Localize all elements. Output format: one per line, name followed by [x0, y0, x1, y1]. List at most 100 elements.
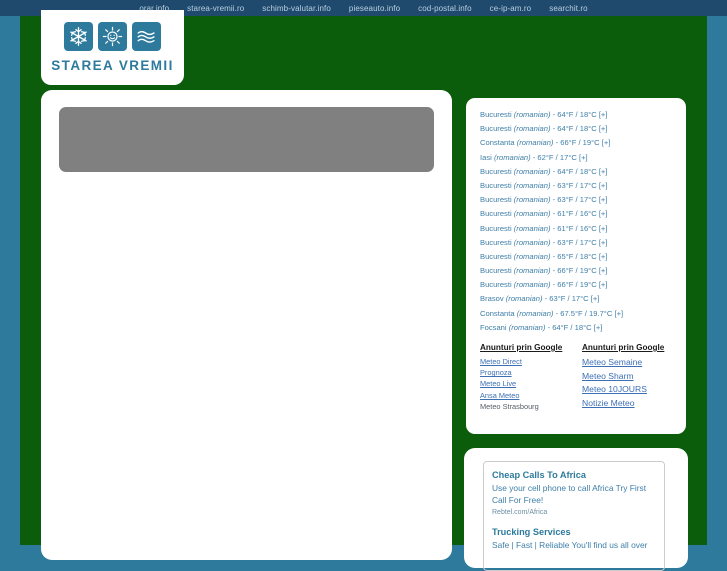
weather-city: Bucuresti — [480, 110, 512, 119]
weather-row[interactable]: Bucuresti (romanian) - 64°F / 18°C [+] — [466, 108, 686, 122]
weather-row[interactable]: Bucuresti (romanian) - 65°F / 18°C [+] — [466, 250, 686, 264]
ads-links-left: Meteo Direct Prognoza Meteo Live Ansa Meteo… — [480, 356, 578, 412]
weather-row[interactable]: Brasov (romanian) - 63°F / 17°C [+] — [466, 292, 686, 306]
weather-temperature: - 63°F / 17°C — [544, 294, 589, 304]
ads-heading-left: Anunturi prin Google — [480, 343, 563, 352]
google-ad-link-left-2[interactable]: Meteo Live — [480, 378, 578, 389]
weather-expand-toggle[interactable]: [+] — [599, 224, 608, 233]
weather-city: Bucuresti — [480, 223, 512, 233]
weather-expand-toggle[interactable]: [+] — [599, 124, 608, 133]
weather-temperature: - 66°F / 19°C — [552, 266, 597, 276]
weather-expand-toggle[interactable]: [+] — [599, 181, 608, 190]
weather-row[interactable]: Bucuresti (romanian) - 61°F / 16°C [+] — [466, 207, 686, 221]
weather-expand-toggle[interactable]: [+] — [599, 167, 608, 176]
weather-city: Focsani — [480, 322, 507, 332]
weather-temperature: - 64°F / 18°C — [547, 322, 592, 332]
google-ad-link-left-0[interactable]: Meteo Direct — [480, 356, 578, 367]
google-ad-link-right-1[interactable]: Meteo Sharm — [582, 370, 680, 384]
google-ad-link-right-3[interactable]: Notizie Meteo — [582, 397, 680, 411]
weather-temperature: - 63°F / 17°C — [552, 195, 597, 205]
weather-temperature: - 64°F / 18°C — [552, 124, 597, 134]
weather-temperature: - 66°F / 19°C — [552, 280, 597, 290]
weather-language: (romanian) — [513, 209, 551, 219]
weather-temperature: - 65°F / 18°C — [552, 251, 597, 261]
weather-expand-toggle[interactable]: [+] — [614, 309, 623, 318]
weather-row[interactable]: Bucuresti (romanian) - 61°F / 16°C [+] — [466, 222, 686, 236]
sponsored-ad-body: Safe | Fast | Reliable You'll find us al… — [492, 539, 648, 550]
main-content-panel — [41, 90, 452, 560]
google-ad-link-right-2[interactable]: Meteo 10JOURS — [582, 383, 680, 397]
weather-city: Bucuresti — [480, 251, 512, 261]
weather-city: Bucuresti — [480, 209, 512, 219]
google-ads-block: Anunturi prin Google Meteo Direct Prognoz… — [480, 343, 680, 412]
weather-list-panel: Bucuresti (romanian) - 64°F / 18°C [+] Bu… — [464, 96, 688, 436]
topnav-link-3[interactable]: pieseauto.info — [349, 4, 400, 13]
weather-row[interactable]: Bucuresti (romanian) - 66°F / 19°C [+] — [466, 264, 686, 278]
site-logo-card[interactable]: STAREA VREMII — [41, 10, 184, 85]
weather-temperature: - 66°F / 19°C — [555, 138, 600, 148]
sponsored-ad-url[interactable]: Rebtel.com/Africa — [492, 507, 656, 519]
weather-row[interactable]: Bucuresti (romanian) - 66°F / 19°C [+] — [466, 278, 686, 292]
weather-row[interactable]: Iasi (romanian) - 62°F / 17°C [+] — [466, 151, 686, 165]
ads-links-right: Meteo Semaine Meteo Sharm Meteo 10JOURS Not… — [582, 356, 680, 410]
weather-expand-toggle[interactable]: [+] — [579, 153, 588, 162]
weather-expand-toggle[interactable]: [+] — [602, 138, 611, 147]
sponsored-ad-title[interactable]: Trucking Services — [492, 526, 656, 539]
weather-row[interactable]: Bucuresti (romanian) - 63°F / 17°C [+] — [466, 193, 686, 207]
weather-expand-toggle[interactable]: [+] — [599, 110, 608, 119]
weather-expand-toggle[interactable]: [+] — [594, 323, 603, 332]
weather-city: Bucuresti — [480, 180, 512, 190]
weather-expand-toggle[interactable]: [+] — [599, 266, 608, 275]
weather-row[interactable]: Bucuresti (romanian) - 64°F / 18°C [+] — [466, 165, 686, 179]
bottom-ad-panel: Cheap Calls To Africa Use your cell phone… — [464, 448, 688, 571]
waves-icon — [132, 22, 161, 51]
weather-city: Bucuresti — [480, 266, 512, 276]
weather-expand-toggle[interactable]: [+] — [599, 238, 608, 247]
weather-temperature: - 63°F / 17°C — [552, 180, 597, 190]
google-ad-link-right-0[interactable]: Meteo Semaine — [582, 356, 680, 370]
weather-expand-toggle[interactable]: [+] — [599, 252, 608, 261]
google-ad-link-left-3[interactable]: Ansa Meteo — [480, 390, 578, 401]
weather-row[interactable]: Constanta (romanian) - 67.5°F / 19.7°C [… — [466, 307, 686, 321]
snowflake-icon — [64, 22, 93, 51]
google-ad-link-left-4[interactable]: Meteo Strasbourg — [480, 401, 578, 412]
weather-temperature: - 62°F / 17°C — [532, 152, 577, 162]
ads-heading-right: Anunturi prin Google — [582, 343, 665, 352]
google-ads-column-left: Anunturi prin Google Meteo Direct Prognoz… — [480, 343, 578, 412]
weather-row[interactable]: Constanta (romanian) - 66°F / 19°C [+] — [466, 136, 686, 150]
weather-language: (romanian) — [493, 152, 531, 162]
weather-city: Bucuresti — [480, 237, 512, 247]
weather-language: (romanian) — [513, 110, 551, 119]
sponsored-ad-title[interactable]: Cheap Calls To Africa — [492, 469, 656, 482]
topnav-link-2[interactable]: schimb-valutar.info — [262, 4, 331, 13]
weather-expand-toggle[interactable]: [+] — [599, 209, 608, 218]
topnav-link-4[interactable]: cod-postal.info — [418, 4, 472, 13]
topnav-link-1[interactable]: starea-vremii.ro — [187, 4, 244, 13]
weather-temperature: - 61°F / 16°C — [552, 223, 597, 233]
weather-row[interactable]: Bucuresti (romanian) - 63°F / 17°C [+] — [466, 236, 686, 250]
weather-language: (romanian) — [513, 166, 551, 176]
weather-language: (romanian) — [513, 180, 551, 190]
weather-city: Bucuresti — [480, 195, 512, 205]
weather-row[interactable]: Bucuresti (romanian) - 63°F / 17°C [+] — [466, 179, 686, 193]
weather-temperature: - 64°F / 18°C — [552, 166, 597, 176]
weather-city: Brasov — [480, 294, 504, 304]
weather-city: Bucuresti — [480, 166, 512, 176]
weather-language: (romanian) — [513, 266, 551, 276]
weather-row[interactable]: Bucuresti (romanian) - 64°F / 18°C [+] — [466, 122, 686, 136]
google-ads-column-right: Anunturi prin Google Meteo Semaine Meteo … — [582, 343, 680, 412]
weather-temperature: - 67.5°F / 19.7°C — [555, 308, 613, 318]
weather-expand-toggle[interactable]: [+] — [599, 280, 608, 289]
topnav-link-6[interactable]: searchit.ro — [549, 4, 587, 13]
topnav-link-5[interactable]: ce-ip-am.ro — [490, 4, 532, 13]
weather-temperature: - 61°F / 16°C — [552, 209, 597, 219]
weather-language: (romanian) — [505, 294, 543, 304]
weather-expand-toggle[interactable]: [+] — [599, 195, 608, 204]
weather-language: (romanian) — [513, 124, 551, 134]
google-ad-link-left-1[interactable]: Prognoza — [480, 367, 578, 378]
weather-row[interactable]: Focsani (romanian) - 64°F / 18°C [+] — [466, 321, 686, 335]
weather-language: (romanian) — [513, 251, 551, 261]
weather-language: (romanian) — [513, 195, 551, 205]
sponsored-ads-box: Cheap Calls To Africa Use your cell phone… — [483, 461, 665, 571]
weather-expand-toggle[interactable]: [+] — [591, 294, 600, 303]
